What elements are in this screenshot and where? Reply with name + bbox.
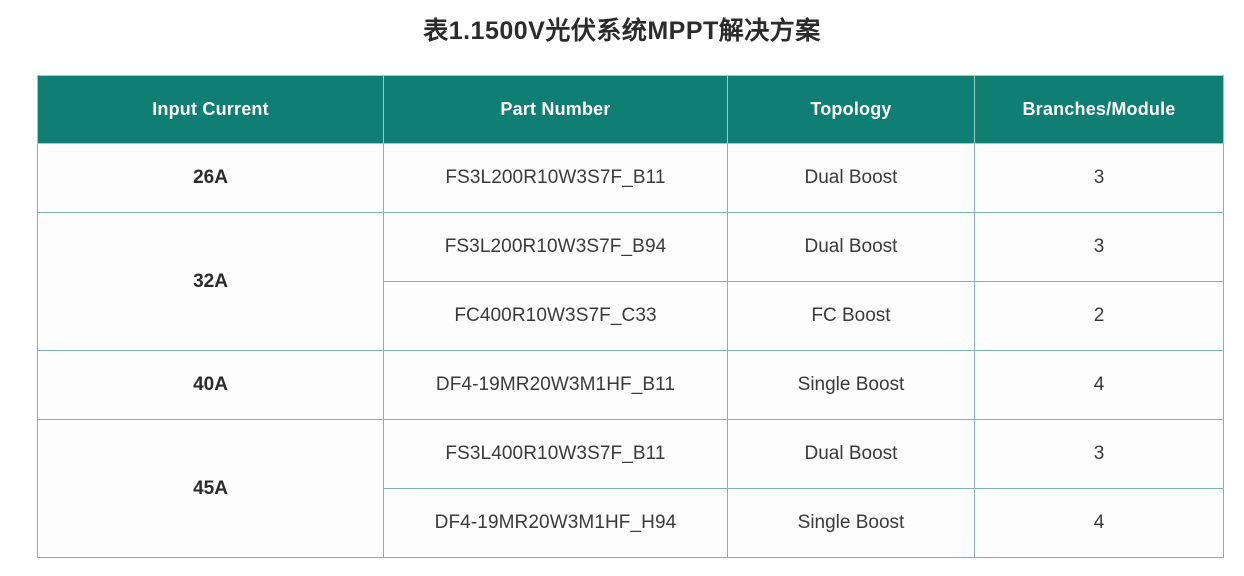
cell-input-current: 45A (37, 419, 384, 558)
table-header-row: Input Current Part Number Topology Branc… (37, 75, 1224, 144)
cell-topology: Single Boost (727, 350, 975, 420)
cell-topology: Dual Boost (727, 212, 975, 282)
cell-branches-module: 3 (974, 419, 1224, 489)
cell-topology: Dual Boost (727, 143, 975, 213)
table-row: 26A FS3L200R10W3S7F_B11 Dual Boost 3 (37, 143, 1224, 213)
cell-part-number: FS3L400R10W3S7F_B11 (383, 419, 728, 489)
mppt-solutions-table: Input Current Part Number Topology Branc… (37, 75, 1224, 558)
cell-topology: Dual Boost (727, 419, 975, 489)
cell-part-number: FS3L200R10W3S7F_B11 (383, 143, 728, 213)
cell-branches-module: 3 (974, 143, 1224, 213)
cell-part-number: DF4-19MR20W3M1HF_B11 (383, 350, 728, 420)
cell-part-number: DF4-19MR20W3M1HF_H94 (383, 488, 728, 558)
column-header-input-current: Input Current (37, 75, 384, 144)
cell-input-current: 32A (37, 212, 384, 351)
document-page: 表1.1500V光伏系统MPPT解决方案 Input Current Part … (0, 0, 1244, 576)
cell-branches-module: 4 (974, 488, 1224, 558)
mppt-solutions-table-container: Input Current Part Number Topology Branc… (37, 75, 1224, 558)
cell-input-current: 40A (37, 350, 384, 420)
page-title: 表1.1500V光伏系统MPPT解决方案 (423, 17, 821, 45)
cell-part-number: FC400R10W3S7F_C33 (383, 281, 728, 351)
table-row: 40A DF4-19MR20W3M1HF_B11 Single Boost 4 (37, 350, 1224, 420)
cell-topology: FC Boost (727, 281, 975, 351)
table-row: 45A FS3L400R10W3S7F_B11 Dual Boost 3 (37, 419, 1224, 558)
column-header-part-number: Part Number (383, 75, 728, 144)
cell-input-current: 26A (37, 143, 384, 213)
cell-branches-module: 4 (974, 350, 1224, 420)
column-header-branches-module: Branches/Module (974, 75, 1224, 144)
cell-branches-module: 3 (974, 212, 1224, 282)
column-header-topology: Topology (727, 75, 975, 144)
cell-topology: Single Boost (727, 488, 975, 558)
table-body: 26A FS3L200R10W3S7F_B11 Dual Boost 3 32A FS3L… (37, 143, 1224, 558)
cell-branches-module: 2 (974, 281, 1224, 351)
cell-part-number: FS3L200R10W3S7F_B94 (383, 212, 728, 282)
table-row: 32A FS3L200R10W3S7F_B94 Dual Boost 3 (37, 212, 1224, 351)
table-header: Input Current Part Number Topology Branc… (37, 75, 1224, 144)
